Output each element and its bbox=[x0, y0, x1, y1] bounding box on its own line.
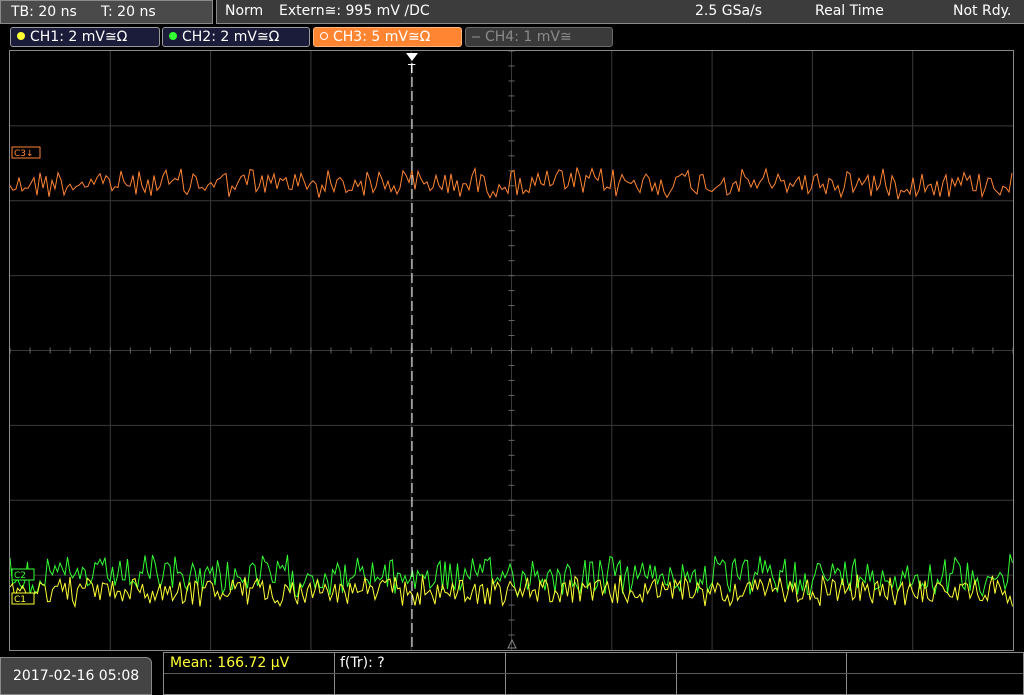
trigger-frequency-measurement: f(Tr): ? bbox=[340, 655, 385, 671]
channel-1-button[interactable]: CH1: 2 mV≅Ω bbox=[10, 27, 160, 47]
channel-2-button[interactable]: CH2: 2 mV≅Ω bbox=[162, 27, 310, 47]
measurement-panel[interactable]: Mean: 166.72 µV f(Tr): ? bbox=[163, 652, 1024, 695]
c3-offset-label: C3↓ bbox=[14, 149, 34, 159]
channel-4-button[interactable]: CH4: 1 mV≅ bbox=[465, 27, 613, 47]
graticule bbox=[10, 51, 1013, 650]
mean-measurement: Mean: 166.72 µV bbox=[170, 655, 290, 671]
waveform-display[interactable]: T C3↓ C2 C1 bbox=[9, 50, 1014, 651]
channel-4-dash-icon bbox=[472, 36, 480, 38]
acquisition-mode: Real Time bbox=[815, 3, 884, 19]
channel-1-label: CH1: 2 mV≅Ω bbox=[30, 29, 128, 45]
trigger-marker-label: T bbox=[407, 62, 416, 76]
acquisition-status-panel[interactable]: Norm Extern≅: 995 mV ∕DC 2.5 GSa/s Real … bbox=[216, 0, 1024, 24]
datetime-panel[interactable]: 2017-02-16 05:08 bbox=[0, 657, 152, 695]
channel-3-button[interactable]: CH3: 5 mV≅Ω bbox=[313, 27, 462, 47]
trigger-mode: Norm bbox=[225, 3, 264, 19]
channel-3-label: CH3: 5 mV≅Ω bbox=[333, 29, 431, 45]
measurement-row-divider bbox=[164, 673, 1023, 674]
channel-2-label: CH2: 2 mV≅Ω bbox=[182, 29, 280, 45]
footer-bar: 2017-02-16 05:08 Mean: 166.72 µV f(Tr): … bbox=[0, 652, 1024, 695]
channel-2-dot-icon bbox=[169, 32, 177, 40]
timebase-value: TB: 20 ns bbox=[11, 4, 77, 20]
channel-1-dot-icon bbox=[17, 32, 25, 40]
c1-offset-label: C1 bbox=[14, 595, 26, 605]
trigger-time-value: T: 20 ns bbox=[101, 4, 156, 20]
waveform-canvas: T C3↓ C2 C1 bbox=[10, 51, 1013, 650]
datetime-value: 2017-02-16 05:08 bbox=[13, 668, 140, 684]
channel-3-dot-icon bbox=[320, 32, 328, 40]
trigger-source: Extern≅: 995 mV ∕DC bbox=[279, 3, 430, 19]
channel-4-label: CH4: 1 mV≅ bbox=[485, 29, 572, 45]
sample-rate: 2.5 GSa/s bbox=[695, 3, 763, 19]
run-status: Not Rdy. bbox=[953, 3, 1012, 19]
c2-offset-label: C2 bbox=[14, 571, 26, 581]
trigger-position-marker-icon[interactable] bbox=[406, 53, 418, 61]
timebase-panel[interactable]: TB: 20 ns T: 20 ns bbox=[0, 0, 213, 24]
